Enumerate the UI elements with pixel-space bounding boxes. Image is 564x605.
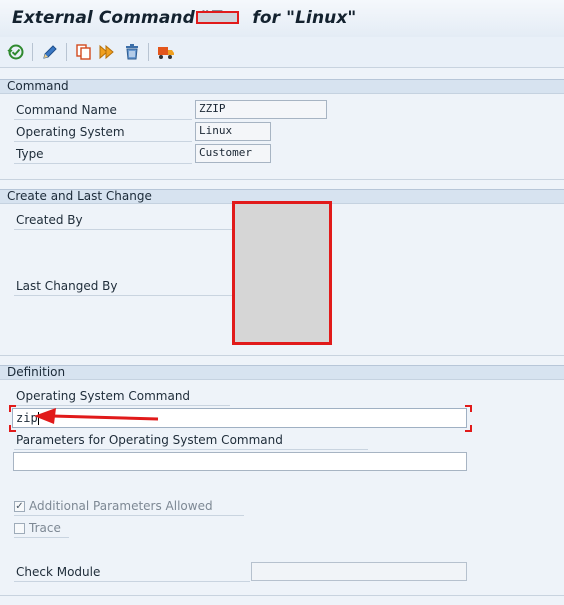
execute-icon[interactable] — [98, 43, 116, 61]
trace-checkbox — [14, 523, 25, 534]
focus-corner-mark — [9, 405, 16, 412]
label-underline — [14, 163, 192, 164]
redaction-box — [232, 201, 332, 345]
label-underline — [14, 449, 368, 450]
trace-label: Trace — [29, 521, 61, 535]
command-name-label: Command Name — [16, 103, 117, 117]
additional-params-label: Additional Parameters Allowed — [29, 499, 213, 513]
section-header-command: Command — [0, 79, 564, 94]
annotation-arrow-icon — [34, 408, 159, 424]
label-underline — [14, 515, 244, 516]
copy-icon[interactable] — [75, 43, 93, 61]
check-other-object-icon[interactable] — [7, 43, 25, 61]
redaction-box — [196, 11, 239, 24]
additional-params-checkbox: ✓ — [14, 501, 25, 512]
section-header-definition: Definition — [0, 365, 564, 380]
delete-trash-icon[interactable] — [123, 43, 141, 61]
check-module-label: Check Module — [16, 565, 101, 579]
toolbar-separator — [66, 43, 67, 61]
label-underline — [14, 141, 192, 142]
operating-system-field[interactable]: Linux — [195, 122, 271, 141]
label-underline — [14, 229, 232, 230]
command-name-field[interactable]: ZZIP — [195, 100, 327, 119]
label-underline — [14, 537, 69, 538]
params-label: Parameters for Operating System Command — [16, 433, 283, 447]
type-label: Type — [16, 147, 44, 161]
check-module-input[interactable] — [251, 562, 467, 581]
focus-corner-mark — [465, 405, 472, 412]
toolbar-separator — [148, 43, 149, 61]
params-input[interactable] — [13, 452, 467, 471]
label-underline — [14, 119, 192, 120]
transport-truck-icon[interactable] — [157, 43, 175, 61]
label-underline — [14, 581, 250, 582]
last-changed-by-label: Last Changed By — [16, 279, 118, 293]
type-field[interactable]: Customer — [195, 144, 271, 163]
label-underline — [14, 295, 232, 296]
operating-system-label: Operating System — [16, 125, 125, 139]
os-command-label: Operating System Command — [16, 389, 191, 403]
focus-corner-mark — [9, 425, 16, 432]
edit-pencil-icon[interactable] — [41, 43, 59, 61]
label-underline — [14, 405, 230, 406]
focus-corner-mark — [465, 425, 472, 432]
window-title: External Command "Z for "Linux" — [12, 8, 357, 28]
created-by-label: Created By — [16, 213, 83, 227]
toolbar-separator — [32, 43, 33, 61]
